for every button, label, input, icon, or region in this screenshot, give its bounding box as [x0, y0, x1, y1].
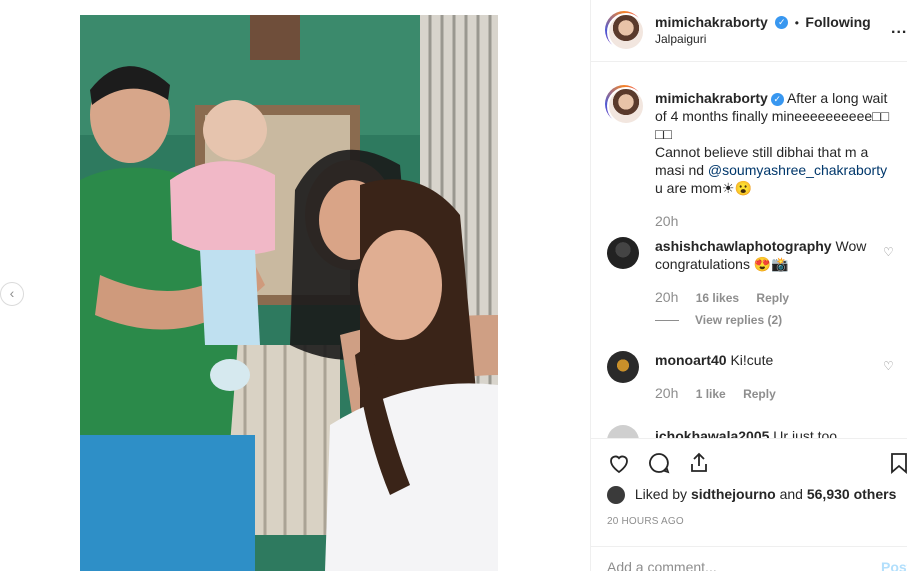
- chevron-left-icon[interactable]: ‹: [0, 282, 24, 306]
- comment-avatar[interactable]: [607, 351, 639, 383]
- comments-list[interactable]: mimichakraborty ✓ After a long wait of 4 …: [591, 63, 907, 438]
- action-bar: [591, 438, 907, 488]
- reply-button[interactable]: Reply: [743, 387, 776, 401]
- comment-time[interactable]: 20h: [655, 289, 678, 305]
- caption-avatar[interactable]: [605, 85, 645, 125]
- comment-likes[interactable]: 1 like: [696, 387, 726, 401]
- comment-meta: 20h 1 like Reply: [655, 385, 776, 401]
- post-header: mimichakraborty ✓ • Following Jalpaiguri…: [591, 0, 907, 62]
- comment-meta: 20h 16 likes Reply: [655, 289, 789, 305]
- comment-input[interactable]: [607, 559, 857, 571]
- heart-outline-icon[interactable]: ♡: [883, 245, 894, 259]
- comment-item: ashishchawlaphotography Wow congratulati…: [655, 237, 875, 273]
- bookmark-icon[interactable]: [887, 451, 907, 475]
- photo-illustration: [80, 15, 498, 571]
- likes-others[interactable]: 56,930 others: [807, 486, 897, 502]
- comment-username[interactable]: monoart40: [655, 352, 727, 368]
- comment-username[interactable]: ichokhawala2005: [655, 428, 769, 438]
- comment-icon[interactable]: [647, 451, 671, 475]
- reply-button[interactable]: Reply: [756, 291, 789, 305]
- likes-prefix: Liked by: [634, 486, 688, 502]
- share-icon[interactable]: [687, 451, 711, 475]
- comment-text: Ur just too: [773, 428, 838, 438]
- likes-user[interactable]: sidthejourno: [691, 486, 776, 502]
- post-photo[interactable]: [80, 15, 498, 571]
- likes-and: and: [779, 486, 803, 502]
- comment-time[interactable]: 20h: [655, 385, 678, 401]
- comment-likes[interactable]: 16 likes: [696, 291, 739, 305]
- location-link[interactable]: Jalpaiguri: [655, 32, 706, 46]
- comment-item: ichokhawala2005 Ur just too: [655, 427, 875, 438]
- view-replies-button[interactable]: View replies (2): [655, 313, 782, 327]
- comment-username[interactable]: ashishchawlaphotography: [655, 238, 832, 254]
- likes-summary: Liked by sidthejourno and 56,930 others: [607, 486, 897, 505]
- heart-icon[interactable]: [607, 451, 631, 475]
- verified-badge-icon: ✓: [770, 92, 784, 106]
- post-button[interactable]: Post: [881, 559, 907, 571]
- following-button[interactable]: Following: [805, 14, 870, 30]
- caption-mention[interactable]: @soumyashree_chakraborty: [708, 162, 887, 178]
- post-sidebar: mimichakraborty ✓ • Following Jalpaiguri…: [590, 0, 907, 571]
- caption-time[interactable]: 20h: [655, 213, 678, 229]
- photo-viewer: ‹: [0, 0, 590, 571]
- comment-text: Ki!cute: [730, 352, 774, 368]
- header-line: mimichakraborty ✓ • Following: [655, 14, 871, 32]
- add-comment-bar: Post: [591, 546, 907, 571]
- liker-avatar[interactable]: [607, 486, 625, 505]
- caption-meta: 20h: [655, 213, 692, 229]
- separator-dot: •: [794, 16, 799, 30]
- comment-item: monoart40 Ki!cute: [655, 351, 875, 369]
- comment-avatar[interactable]: [607, 237, 639, 269]
- post-timestamp[interactable]: 20 HOURS AGO: [607, 516, 684, 527]
- comment-avatar[interactable]: [607, 425, 639, 438]
- heart-outline-icon[interactable]: ♡: [883, 359, 894, 373]
- caption-text: mimichakraborty ✓ After a long wait of 4 …: [655, 89, 895, 197]
- header-username[interactable]: mimichakraborty: [655, 14, 768, 30]
- avatar[interactable]: [605, 11, 645, 51]
- caption-username[interactable]: mimichakraborty: [655, 90, 768, 106]
- more-options-icon[interactable]: ...: [891, 20, 907, 38]
- verified-badge-icon: ✓: [775, 16, 789, 30]
